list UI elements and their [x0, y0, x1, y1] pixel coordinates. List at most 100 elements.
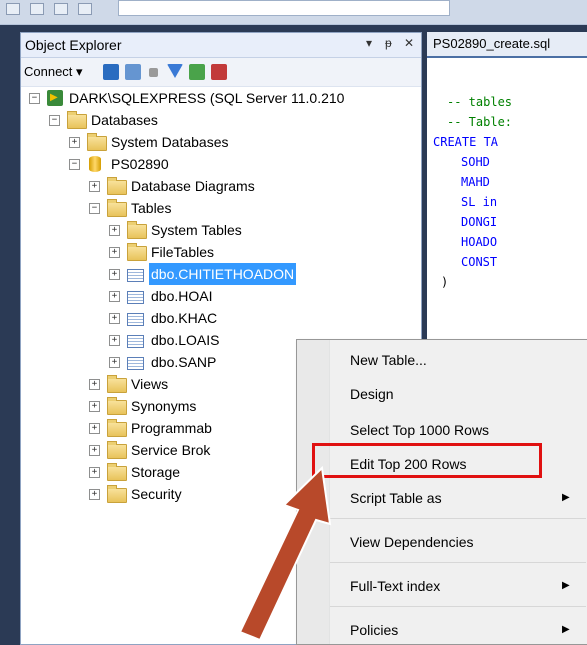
close-icon[interactable]: ✕ — [404, 36, 414, 50]
expand-icon[interactable]: + — [109, 225, 120, 236]
dropdown-icon[interactable]: ▾ — [366, 36, 372, 50]
collapse-icon[interactable]: − — [29, 93, 40, 104]
code-line: CONST — [461, 255, 498, 269]
expand-icon[interactable]: + — [89, 467, 100, 478]
collapse-icon[interactable]: − — [89, 203, 100, 214]
tree-label: dbo.LOAIS — [151, 332, 220, 348]
highlight-box — [312, 443, 542, 478]
submenu-arrow-icon: ▶ — [562, 492, 570, 503]
toolbar-button[interactable] — [6, 3, 20, 15]
menu-item-view-dependencies[interactable]: View Dependencies — [330, 528, 586, 556]
expand-icon[interactable]: + — [89, 423, 100, 434]
expand-icon[interactable]: + — [109, 269, 120, 280]
menu-item-label: Design — [350, 386, 394, 402]
menu-item-label: Script Table as — [350, 490, 442, 506]
expand-icon[interactable]: + — [89, 489, 100, 500]
tree-node-databases[interactable]: − Databases — [21, 109, 421, 131]
expand-icon[interactable]: + — [89, 445, 100, 456]
table-row[interactable]: + dbo.HOAI — [21, 285, 421, 307]
expand-icon[interactable]: + — [109, 313, 120, 324]
tree-label: Synonyms — [131, 398, 197, 414]
stop-icon[interactable] — [149, 68, 158, 77]
menu-separator — [330, 606, 586, 607]
tree-label: dbo.SANP — [151, 354, 217, 370]
menu-separator — [330, 518, 586, 519]
tree-node-server[interactable]: − DARK\SQLEXPRESS (SQL Server 11.0.210 — [21, 87, 421, 109]
menu-item-policies[interactable]: Policies ▶ — [330, 616, 586, 644]
code-line: CREATE TA — [433, 135, 499, 149]
server-icon — [47, 87, 63, 109]
expand-icon[interactable]: + — [109, 357, 120, 368]
tree-label: dbo.KHAC — [151, 310, 218, 326]
table-icon — [127, 313, 144, 326]
table-icon — [127, 335, 144, 348]
expand-icon[interactable]: + — [89, 379, 100, 390]
folder-icon — [107, 419, 127, 437]
tree-label: Views — [131, 376, 169, 392]
object-explorer-titlebar: Object Explorer ▾ ᵽ ✕ — [21, 33, 421, 58]
code-line: HOADO — [461, 235, 498, 249]
folder-icon — [127, 243, 147, 261]
disconnect-icon[interactable] — [125, 64, 141, 80]
toolbar-button[interactable] — [30, 3, 44, 15]
expand-icon[interactable]: + — [109, 247, 120, 258]
folder-icon — [107, 485, 127, 503]
folder-icon — [127, 221, 147, 239]
menu-item-new-table[interactable]: New Table... — [330, 346, 586, 374]
submenu-arrow-icon: ▶ — [562, 624, 570, 635]
menu-separator — [330, 562, 586, 563]
menu-item-full-text-index[interactable]: Full-Text index ▶ — [330, 572, 586, 600]
editor-tab[interactable]: PS02890_create.sql — [427, 32, 587, 58]
editor-tab-label: PS02890_create.sql — [433, 36, 551, 51]
table-icon — [127, 291, 144, 304]
filter-icon[interactable] — [167, 64, 183, 78]
tree-node-system-tables[interactable]: + System Tables — [21, 219, 421, 241]
expand-icon[interactable]: + — [109, 291, 120, 302]
menu-item-label: New Table... — [350, 352, 427, 368]
menu-item-label: Select Top 1000 Rows — [350, 422, 490, 438]
tree-node-system-databases[interactable]: + System Databases — [21, 131, 421, 153]
code-line: -- tables — [447, 95, 513, 109]
folder-icon — [107, 397, 127, 415]
menu-item-design[interactable]: Design — [330, 380, 586, 408]
pin-icon[interactable]: ᵽ — [385, 36, 392, 50]
code-line: DONGI — [461, 215, 498, 229]
expand-icon[interactable]: + — [69, 137, 80, 148]
expand-icon[interactable]: + — [89, 181, 100, 192]
tree-label: Tables — [131, 200, 172, 216]
connect-object-icon[interactable] — [103, 64, 119, 80]
table-row[interactable]: + dbo.CHITIETHOADON — [21, 263, 421, 285]
table-row[interactable]: + dbo.KHAC — [21, 307, 421, 329]
tree-node-database-diagrams[interactable]: + Database Diagrams — [21, 175, 421, 197]
toolbar-input[interactable] — [118, 0, 450, 16]
tree-label: System Databases — [111, 134, 229, 150]
menu-gutter — [297, 340, 330, 644]
menu-item-script-table-as[interactable]: Script Table as ▶ — [330, 484, 586, 512]
toolbar-button[interactable] — [78, 3, 92, 15]
tree-label: Databases — [91, 112, 158, 128]
server-label: DARK\SQLEXPRESS (SQL Server 11.0.210 — [69, 90, 345, 106]
toolbar-button[interactable] — [54, 3, 68, 15]
top-toolbar — [0, 0, 587, 25]
code-line: -- Table: — [447, 115, 513, 129]
tree-label: Security — [131, 486, 182, 502]
connect-button[interactable]: Connect ▾ — [24, 64, 83, 80]
folder-icon — [87, 133, 107, 151]
tree-label: Service Brok — [131, 442, 211, 458]
activity-monitor-icon[interactable] — [211, 64, 227, 80]
context-menu: New Table... Design Select Top 1000 Rows… — [296, 339, 587, 645]
tree-label: Programmab — [131, 420, 212, 436]
tree-label: FileTables — [151, 244, 215, 260]
tree-node-filetables[interactable]: + FileTables — [21, 241, 421, 263]
folder-icon — [107, 177, 127, 195]
refresh-icon[interactable] — [189, 64, 205, 80]
tree-node-tables[interactable]: − Tables — [21, 197, 421, 219]
collapse-icon[interactable]: − — [49, 115, 60, 126]
folder-icon — [107, 463, 127, 481]
tree-node-database[interactable]: − PS02890 — [21, 153, 421, 175]
expand-icon[interactable]: + — [109, 335, 120, 346]
expand-icon[interactable]: + — [89, 401, 100, 412]
menu-item-select-top-1000[interactable]: Select Top 1000 Rows — [330, 416, 586, 444]
tree-label-selected: dbo.CHITIETHOADON — [149, 263, 297, 285]
collapse-icon[interactable]: − — [69, 159, 80, 170]
